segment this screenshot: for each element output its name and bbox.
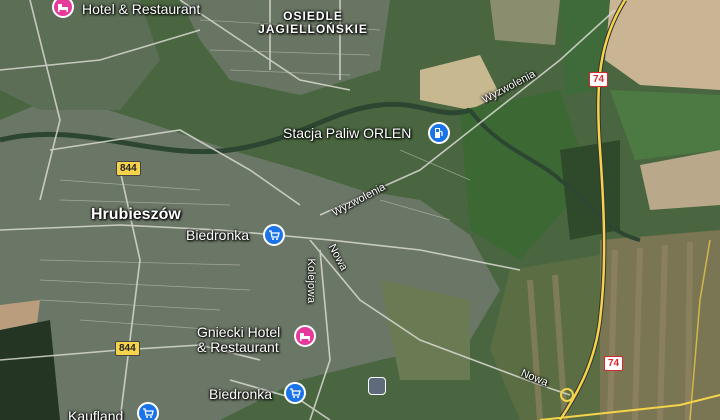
- gniecki-line-2: & Restaurant: [197, 338, 279, 355]
- district-line-2: JAGIELLOŃSKIE: [258, 21, 368, 36]
- road-shield-74-bottom: 74: [604, 356, 624, 371]
- biedronka-label-1[interactable]: Biedronka: [186, 228, 249, 243]
- biedronka-pin-1[interactable]: [263, 224, 285, 246]
- fuel-station-pin[interactable]: [428, 122, 450, 144]
- street-label-kolejowa: Kolejowa: [305, 258, 318, 304]
- hotel-restaurant-label[interactable]: Hotel & Restaurant: [82, 2, 200, 17]
- fuel-station-label[interactable]: Stacja Paliw ORLEN: [283, 126, 411, 141]
- kaufland-pin[interactable]: [137, 402, 159, 420]
- shopping-cart-icon: [269, 230, 280, 240]
- gniecki-hotel-label[interactable]: Gniecki Hotel & Restaurant: [197, 325, 280, 354]
- city-label: Hrubieszów: [91, 206, 181, 223]
- satellite-map[interactable]: Hotel & Restaurant OSIEDLE JAGIELLOŃSKIE…: [0, 0, 720, 420]
- fuel-pump-icon: [435, 128, 443, 138]
- kaufland-label[interactable]: Kaufland: [68, 409, 123, 420]
- shopping-cart-icon: [143, 408, 154, 418]
- gniecki-hotel-pin[interactable]: [294, 325, 316, 347]
- train-station-icon[interactable]: [368, 377, 386, 395]
- road-shield-844-bottom: 844: [115, 341, 140, 356]
- biedronka-label-2[interactable]: Biedronka: [209, 387, 272, 402]
- shopping-cart-icon: [290, 388, 301, 398]
- district-label: OSIEDLE JAGIELLOŃSKIE: [258, 10, 368, 35]
- gniecki-line-1: Gniecki Hotel: [197, 324, 281, 340]
- bed-icon: [300, 333, 310, 341]
- district-line-1: OSIEDLE: [283, 9, 343, 23]
- bed-icon: [58, 4, 68, 12]
- road-shield-844-top: 844: [116, 161, 141, 176]
- biedronka-pin-2[interactable]: [284, 382, 306, 404]
- road-shield-74-top: 74: [589, 72, 609, 87]
